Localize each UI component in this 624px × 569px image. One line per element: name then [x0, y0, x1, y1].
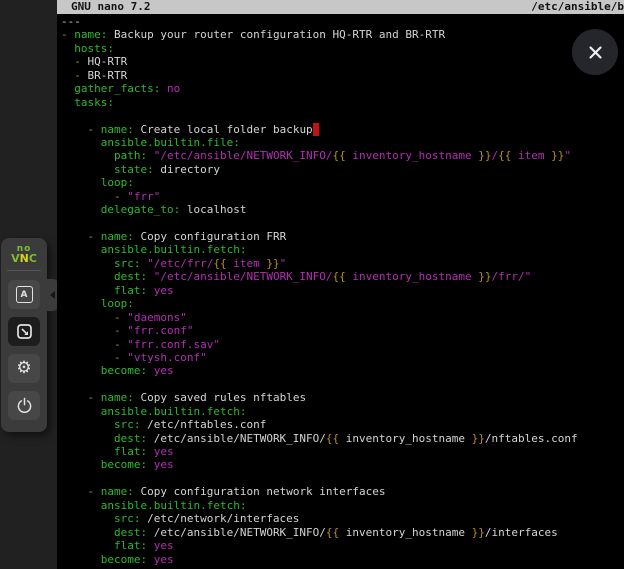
fullscreen-button[interactable]	[8, 317, 40, 346]
vnc-background: no VNC A ⚙	[0, 0, 57, 569]
power-button[interactable]	[8, 391, 40, 420]
editor-line	[61, 378, 624, 391]
text-cursor	[313, 123, 320, 136]
editor-line: loop:	[61, 297, 624, 310]
editor-line: delegate_to: localhost	[61, 203, 624, 216]
editor-line: dest: "/etc/ansible/NETWORK_INFO/{{ inve…	[61, 270, 624, 283]
close-icon	[586, 43, 605, 62]
editor-line: flat: yes	[61, 445, 624, 458]
vnc-screen: no VNC A ⚙	[0, 0, 624, 569]
editor-line: - HQ-RTR	[61, 55, 624, 68]
editor-line: become: yes	[61, 458, 624, 471]
editor-line: - "daemons"	[61, 311, 624, 324]
editor-line	[61, 472, 624, 485]
gear-icon: ⚙	[16, 360, 31, 377]
editor-line: state: directory	[61, 163, 624, 176]
terminal: GNU nano 7.2 /etc/ansible/b ---- name: B…	[57, 0, 624, 569]
editor-line: - "vtysh.conf"	[61, 351, 624, 364]
editor-line: - name: Copy configuration network inter…	[61, 485, 624, 498]
editor-line: ---	[61, 15, 624, 28]
novnc-control-bar: no VNC A ⚙	[1, 238, 47, 432]
power-icon	[16, 397, 33, 414]
editor-line: - name: Copy configuration FRR	[61, 230, 624, 243]
extra-keys-button[interactable]: A	[8, 280, 40, 309]
fullscreen-icon	[16, 323, 33, 340]
editor-line	[61, 217, 624, 230]
editor-line: loop:	[61, 176, 624, 189]
editor-line: - "frr.conf"	[61, 324, 624, 337]
settings-button[interactable]: ⚙	[8, 354, 40, 383]
editor-line: path: "/etc/ansible/NETWORK_INFO/{{ inve…	[61, 149, 624, 162]
logo-divider	[7, 270, 41, 271]
editor-line: src: "/etc/frr/{{ item }}"	[61, 257, 624, 270]
editor-line: hosts:	[61, 42, 624, 55]
editor-line: flat: yes	[61, 539, 624, 552]
editor-line: - name: Create local folder backup	[61, 123, 624, 136]
editor-line: - "frr"	[61, 190, 624, 203]
editor-line: ansible.builtin.fetch:	[61, 405, 624, 418]
editor-line: - name: Backup your router configuration…	[61, 28, 624, 41]
editor-line	[61, 109, 624, 122]
editor-line: src: /etc/network/interfaces	[61, 512, 624, 525]
editor-line: dest: /etc/ansible/NETWORK_INFO/{{ inven…	[61, 432, 624, 445]
editor-line: become: yes	[61, 553, 624, 566]
collapse-arrow-icon	[50, 291, 55, 299]
nano-version: GNU nano 7.2	[71, 0, 150, 14]
editor-line: gather_facts: no	[61, 82, 624, 95]
editor-line: ansible.builtin.fetch:	[61, 499, 624, 512]
editor-line: dest: /etc/ansible/NETWORK_INFO/{{ inven…	[61, 526, 624, 539]
novnc-logo-vnc: VNC	[1, 253, 47, 264]
editor-line: - name: Copy saved rules nftables	[61, 391, 624, 404]
editor-line: src: /etc/nftables.conf	[61, 418, 624, 431]
editor-line: flat: yes	[61, 284, 624, 297]
editor-line: become: yes	[61, 364, 624, 377]
nano-filepath: /etc/ansible/b	[531, 0, 624, 14]
editor-line: tasks:	[61, 96, 624, 109]
editor-line: ansible.builtin.file:	[61, 136, 624, 149]
novnc-logo: no VNC	[1, 245, 47, 264]
nano-titlebar: GNU nano 7.2 /etc/ansible/b	[57, 0, 624, 14]
a-key-icon: A	[16, 286, 33, 303]
editor-content[interactable]: ---- name: Backup your router configurat…	[57, 14, 624, 566]
editor-line: ansible.builtin.fetch:	[61, 243, 624, 256]
editor-line: - "frr.conf.sav"	[61, 338, 624, 351]
close-button[interactable]	[572, 29, 618, 75]
editor-line: - BR-RTR	[61, 69, 624, 82]
